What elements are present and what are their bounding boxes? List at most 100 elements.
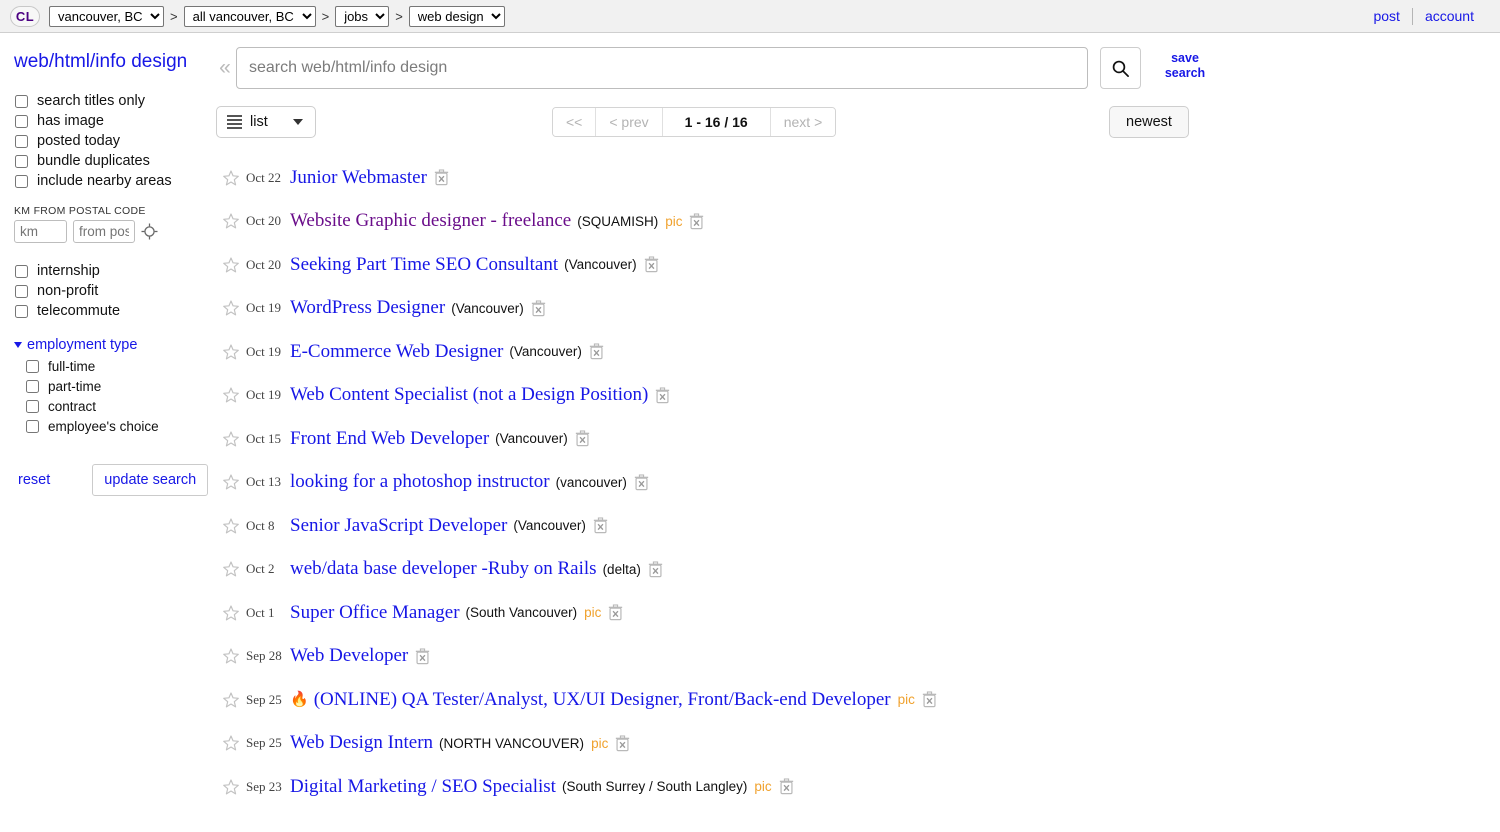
star-outline-icon[interactable]	[222, 778, 240, 796]
star-outline-icon[interactable]	[222, 212, 240, 230]
listing-row[interactable]: Oct 1 Super Office Manager (South Vancouve…	[222, 591, 1500, 635]
listing-title-link[interactable]: E-Commerce Web Designer	[290, 341, 503, 363]
trash-x-icon[interactable]	[608, 604, 623, 621]
listing-row[interactable]: Sep 25 Web Design Intern (NORTH VANCOUVER)…	[222, 722, 1500, 766]
listing-title-link[interactable]: Seeking Part Time SEO Consultant	[290, 254, 558, 276]
reset-link[interactable]: reset	[18, 472, 50, 488]
star-outline-icon[interactable]	[222, 604, 240, 622]
listing-title-link[interactable]: Web Developer	[290, 645, 408, 667]
postal-code-input[interactable]	[73, 220, 135, 243]
filter-employees-choice[interactable]: employee's choice	[14, 416, 214, 436]
listing-title-link[interactable]: Digital Marketing / SEO Specialist	[290, 776, 556, 798]
checkbox-internship[interactable]	[15, 264, 28, 278]
listing-row[interactable]: Oct 19 E-Commerce Web Designer (Vancouver)	[222, 330, 1500, 374]
listing-title-link[interactable]: Web Content Specialist (not a Design Pos…	[290, 384, 648, 406]
filter-internship[interactable]: internship	[14, 261, 214, 281]
listing-row[interactable]: Oct 22 Junior Webmaster	[222, 156, 1500, 200]
listing-pic-badge[interactable]: pic	[665, 214, 682, 229]
filter-search-titles-only[interactable]: search titles only	[14, 91, 214, 111]
listing-title-link[interactable]: looking for a photoshop instructor	[290, 471, 550, 493]
trash-x-icon[interactable]	[434, 169, 449, 186]
pagination-next-button[interactable]: next >	[770, 108, 836, 136]
star-outline-icon[interactable]	[222, 430, 240, 448]
checkbox-non-profit[interactable]	[15, 284, 28, 298]
listing-row[interactable]: Oct 2 web/data base developer -Ruby on Ra…	[222, 548, 1500, 592]
checkbox-search-titles-only[interactable]	[15, 94, 28, 108]
star-outline-icon[interactable]	[222, 299, 240, 317]
checkbox-part-time[interactable]	[26, 379, 39, 393]
category-select[interactable]: web design	[408, 5, 505, 27]
view-mode-select[interactable]: list	[216, 106, 316, 138]
listing-row[interactable]: Oct 19 Web Content Specialist (not a Desi…	[222, 374, 1500, 418]
trash-x-icon[interactable]	[634, 474, 649, 491]
listing-pic-badge[interactable]: pic	[591, 736, 608, 751]
checkbox-include-nearby-areas[interactable]	[15, 174, 28, 188]
listing-title-link[interactable]: Web Design Intern	[290, 732, 433, 754]
listing-pic-badge[interactable]: pic	[754, 779, 771, 794]
pagination-prev-button[interactable]: < prev	[596, 108, 663, 136]
listing-row[interactable]: Oct 19 WordPress Designer (Vancouver)	[222, 287, 1500, 331]
craigslist-logo[interactable]: CL	[10, 5, 40, 27]
listing-row[interactable]: Sep 28 Web Developer	[222, 635, 1500, 679]
listing-title-link[interactable]: (ONLINE) QA Tester/Analyst, UX/UI Design…	[314, 689, 891, 711]
listing-title-link[interactable]: WordPress Designer	[290, 297, 445, 319]
star-outline-icon[interactable]	[222, 169, 240, 187]
trash-x-icon[interactable]	[593, 517, 608, 534]
km-input[interactable]	[14, 220, 67, 243]
listing-title-link[interactable]: web/data base developer -Ruby on Rails	[290, 558, 597, 580]
star-outline-icon[interactable]	[222, 343, 240, 361]
checkbox-full-time[interactable]	[26, 359, 39, 373]
trash-x-icon[interactable]	[655, 387, 670, 404]
search-input[interactable]	[236, 47, 1088, 89]
search-button[interactable]	[1100, 47, 1141, 89]
trash-x-icon[interactable]	[689, 213, 704, 230]
pagination-first-button[interactable]: <<	[553, 108, 597, 136]
trash-x-icon[interactable]	[531, 300, 546, 317]
trash-x-icon[interactable]	[575, 430, 590, 447]
listing-row[interactable]: Sep 25 🔥 (ONLINE) QA Tester/Analyst, UX/UI…	[222, 678, 1500, 722]
listing-pic-badge[interactable]: pic	[584, 605, 601, 620]
filter-telecommute[interactable]: telecommute	[14, 301, 214, 321]
subarea-select[interactable]: all vancouver, BC	[183, 5, 316, 27]
checkbox-contract[interactable]	[26, 399, 39, 413]
listing-title-link[interactable]: Website Graphic designer - freelance	[290, 210, 571, 232]
listing-row[interactable]: Oct 15 Front End Web Developer (Vancouver)	[222, 417, 1500, 461]
star-outline-icon[interactable]	[222, 517, 240, 535]
filter-has-image[interactable]: has image	[14, 111, 214, 131]
trash-x-icon[interactable]	[589, 343, 604, 360]
double-chevron-left-icon[interactable]: «	[214, 47, 236, 89]
star-outline-icon[interactable]	[222, 256, 240, 274]
trash-x-icon[interactable]	[415, 648, 430, 665]
checkbox-has-image[interactable]	[15, 114, 28, 128]
trash-x-icon[interactable]	[644, 256, 659, 273]
trash-x-icon[interactable]	[615, 735, 630, 752]
star-outline-icon[interactable]	[222, 691, 240, 709]
filter-non-profit[interactable]: non-profit	[14, 281, 214, 301]
listing-pic-badge[interactable]: pic	[898, 692, 915, 707]
listing-title-link[interactable]: Junior Webmaster	[290, 167, 427, 189]
trash-x-icon[interactable]	[648, 561, 663, 578]
filter-posted-today[interactable]: posted today	[14, 131, 214, 151]
checkbox-telecommute[interactable]	[15, 304, 28, 318]
star-outline-icon[interactable]	[222, 386, 240, 404]
crosshair-target-icon[interactable]	[141, 223, 158, 240]
listing-row[interactable]: Oct 8 Senior JavaScript Developer (Vancouv…	[222, 504, 1500, 548]
post-link[interactable]: post	[1361, 8, 1411, 24]
listing-title-link[interactable]: Senior JavaScript Developer	[290, 515, 507, 537]
listing-title-link[interactable]: Front End Web Developer	[290, 428, 489, 450]
star-outline-icon[interactable]	[222, 560, 240, 578]
filter-full-time[interactable]: full-time	[14, 356, 214, 376]
account-link[interactable]: account	[1413, 8, 1486, 24]
listing-row[interactable]: Oct 20 Website Graphic designer - freelan…	[222, 200, 1500, 244]
listing-row[interactable]: Oct 13 looking for a photoshop instructor…	[222, 461, 1500, 505]
filter-part-time[interactable]: part-time	[14, 376, 214, 396]
filter-contract[interactable]: contract	[14, 396, 214, 416]
region-select[interactable]: vancouver, BC	[49, 5, 164, 27]
trash-x-icon[interactable]	[779, 778, 794, 795]
section-select[interactable]: jobs	[335, 5, 390, 27]
listing-row[interactable]: Oct 20 Seeking Part Time SEO Consultant (V…	[222, 243, 1500, 287]
checkbox-bundle-duplicates[interactable]	[15, 154, 28, 168]
checkbox-posted-today[interactable]	[15, 134, 28, 148]
sort-newest-button[interactable]: newest	[1109, 106, 1189, 138]
filter-bundle-duplicates[interactable]: bundle duplicates	[14, 151, 214, 171]
